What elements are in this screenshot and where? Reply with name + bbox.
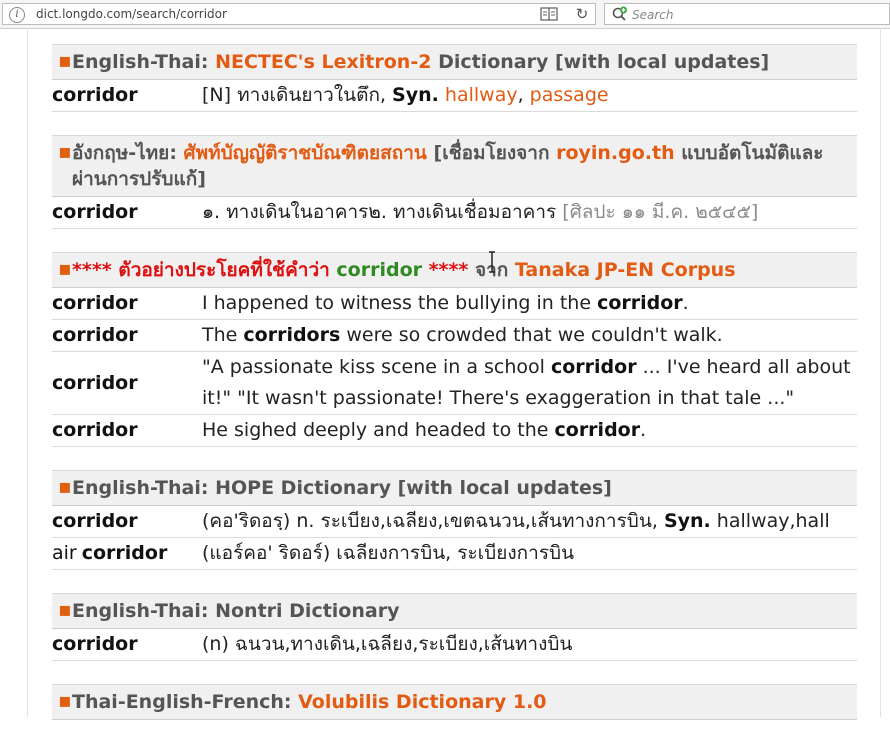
entry-word: corridor: [52, 201, 138, 223]
url-text[interactable]: dict.longdo.com/search/corridor: [36, 7, 227, 21]
section-header-nontri: ▪ English-Thai: Nontri Dictionary: [52, 593, 857, 629]
entry-word: air corridor: [52, 538, 202, 569]
synonyms-text: hallway,hall: [710, 510, 830, 532]
entry-word: corridor: [52, 84, 138, 106]
example-sentence: "A passionate kiss scene in a school cor…: [202, 352, 857, 414]
entry-word-text: corridor: [81, 542, 168, 564]
section-hope: ▪ English-Thai: HOPE Dictionary [with lo…: [52, 470, 857, 570]
sentence-keyword: corridor: [550, 356, 637, 378]
syn-label: Syn.: [392, 84, 439, 106]
definition-text: [N] ทางเดินยาวในตึก,: [202, 84, 393, 106]
entry-word: corridor: [52, 324, 138, 346]
sentence-part: He sighed deeply and headed to the: [202, 419, 555, 441]
sentence-part: were so crowded that we couldn't walk.: [340, 324, 723, 346]
synonym-link-hallway[interactable]: hallway: [445, 84, 518, 106]
header-mid: ****: [422, 259, 469, 281]
sentence-keyword: corridor: [597, 292, 683, 314]
sentence-part: .: [640, 419, 647, 441]
syn-label: Syn.: [663, 510, 711, 532]
definition-text: ๑. ทางเดินในอาคาร๒. ทางเดินเชื่อมอาคาร: [202, 201, 563, 223]
entry-row: air corridor (แอร์คอ' ริดอร์) เฉลียงการบิ…: [52, 538, 857, 570]
entry-definition: (แอร์คอ' ริดอร์) เฉลียงการบิน, ระเบียงกา…: [202, 538, 857, 569]
bullet-icon: ▪: [58, 256, 72, 280]
section-header-hope: ▪ English-Thai: HOPE Dictionary [with lo…: [52, 470, 857, 506]
header-prefix: **** ตัวอย่างประโยคที่ใช้คำว่า: [72, 259, 337, 281]
entry-word-prefix: air: [52, 542, 77, 564]
section-header-lexitron: ▪ English-Thai: NECTEC's Lexitron-2 Dict…: [52, 44, 857, 80]
example-sentence: He sighed deeply and headed to the corri…: [202, 415, 857, 446]
site-info-icon[interactable]: i: [9, 7, 25, 23]
example-sentence: I happened to witness the bullying in th…: [202, 288, 857, 319]
bullet-icon: ▪: [58, 597, 72, 621]
entry-word: corridor: [52, 633, 138, 655]
header-suffix: Dictionary [with local updates]: [431, 51, 770, 73]
volubilis-link[interactable]: Volubilis Dictionary 1.0: [298, 691, 546, 713]
synonym-link-passage[interactable]: passage: [530, 84, 609, 106]
bullet-icon: ▪: [58, 688, 72, 712]
definition-text: (แอร์คอ' ริดอร์) เฉลียงการบิน, ระเบียงกา…: [202, 542, 575, 564]
sentence-part: The: [202, 324, 244, 346]
text-cursor-icon: [489, 251, 495, 273]
entry-definition: ๑. ทางเดินในอาคาร๒. ทางเดินเชื่อมอาคาร […: [202, 197, 857, 228]
section-volubilis: ▪ Thai-English-French: Volubilis Diction…: [52, 684, 857, 720]
page-right-edge: [880, 28, 881, 717]
header-mid: [เชื่อมโยงจาก: [426, 142, 557, 164]
lexitron-link[interactable]: NECTEC's Lexitron-2: [215, 51, 431, 73]
example-row: corridor The corridors were so crowded t…: [52, 320, 857, 352]
synonym-separator: ,: [517, 84, 530, 106]
entry-row: corridor (คอ'ริดอรฺ) n. ระเบียง,เฉลียง,เ…: [52, 506, 857, 538]
section-lexitron: ▪ English-Thai: NECTEC's Lexitron-2 Dict…: [52, 44, 857, 112]
browser-toolbar: i dict.longdo.com/search/corridor ↻ Sear…: [0, 0, 890, 29]
entry-definition: (n) ฉนวน,ทางเดิน,เฉลียง,ระเบียง,เส้นทางบ…: [202, 633, 573, 655]
example-row: corridor "A passionate kiss scene in a s…: [52, 352, 857, 415]
royin-site-link[interactable]: royin.go.th: [556, 142, 675, 164]
entry-definition: [N] ทางเดินยาวในตึก, Syn. hallway, passa…: [202, 80, 857, 111]
sentence-keyword: corridor: [554, 419, 641, 441]
page-left-edge: [27, 28, 28, 717]
entry-row: corridor ๑. ทางเดินในอาคาร๒. ทางเดินเชื่…: [52, 197, 857, 229]
search-bar[interactable]: Search: [604, 3, 890, 25]
entry-word: corridor: [52, 506, 202, 537]
header-title: English-Thai: Nontri Dictionary: [72, 600, 400, 622]
search-placeholder[interactable]: Search: [632, 8, 674, 22]
example-sentence: The corridors were so crowded that we co…: [202, 320, 857, 351]
bullet-icon: ▪: [58, 474, 72, 498]
header-prefix: Thai-English-French:: [72, 691, 299, 713]
sentence-keyword: corridors: [243, 324, 341, 346]
section-nontri: ▪ English-Thai: Nontri Dictionary corrid…: [52, 593, 857, 661]
header-title: English-Thai: HOPE Dictionary [with loca…: [72, 477, 612, 499]
example-row: corridor I happened to witness the bully…: [52, 288, 857, 320]
entry-word: corridor: [52, 371, 138, 394]
entry-definition: (คอ'ริดอรฺ) n. ระเบียง,เฉลียง,เขตฉนวน,เส…: [202, 506, 857, 537]
entry-word: corridor: [52, 292, 138, 314]
sentence-part: "A passionate kiss scene in a school: [202, 356, 551, 378]
sentence-part: I happened to witness the bullying in th…: [202, 292, 598, 314]
address-bar[interactable]: i dict.longdo.com/search/corridor ↻: [2, 3, 596, 25]
section-header-tanaka: ▪ **** ตัวอย่างประโยคที่ใช้คำว่า corrido…: [52, 252, 857, 288]
section-tanaka: ▪ **** ตัวอย่างประโยคที่ใช้คำว่า corrido…: [52, 252, 857, 447]
header-prefix: อังกฤษ-ไทย:: [72, 142, 184, 164]
search-icon: [612, 6, 627, 21]
royin-dictionary-link[interactable]: ศัพท์บัญญัติราชบัณฑิตยสถาน: [184, 142, 427, 164]
example-row: corridor He sighed deeply and headed to …: [52, 415, 857, 447]
entry-row: corridor (n) ฉนวน,ทางเดิน,เฉลียง,ระเบียง…: [52, 629, 857, 661]
section-royin: ▪ อังกฤษ-ไทย: ศัพท์บัญญัติราชบัณฑิตยสถาน…: [52, 135, 857, 229]
entry-word-text: corridor: [52, 510, 138, 532]
tanaka-corpus-link[interactable]: Tanaka JP-EN Corpus: [515, 259, 736, 281]
bullet-icon: ▪: [58, 48, 72, 72]
sentence-part: .: [682, 292, 689, 314]
reload-icon[interactable]: ↻: [572, 5, 592, 23]
header-keyword: corridor: [336, 259, 422, 281]
reader-view-icon[interactable]: [539, 6, 559, 22]
definition-text: (คอ'ริดอรฺ) n. ระเบียง,เฉลียง,เขตฉนวน,เส…: [202, 510, 664, 532]
definition-reference: [ศิลปะ ๑๑ มี.ค. ๒๕๔๕]: [562, 201, 759, 223]
entry-row: corridor [N] ทางเดินยาวในตึก, Syn. hallw…: [52, 80, 857, 112]
section-header-volubilis: ▪ Thai-English-French: Volubilis Diction…: [52, 684, 857, 720]
header-prefix: English-Thai:: [72, 51, 216, 73]
entry-word: corridor: [52, 419, 138, 441]
bullet-icon: ▪: [58, 139, 72, 163]
section-header-royin: ▪ อังกฤษ-ไทย: ศัพท์บัญญัติราชบัณฑิตยสถาน…: [52, 135, 857, 197]
dictionary-results: ▪ English-Thai: NECTEC's Lexitron-2 Dict…: [52, 44, 857, 743]
